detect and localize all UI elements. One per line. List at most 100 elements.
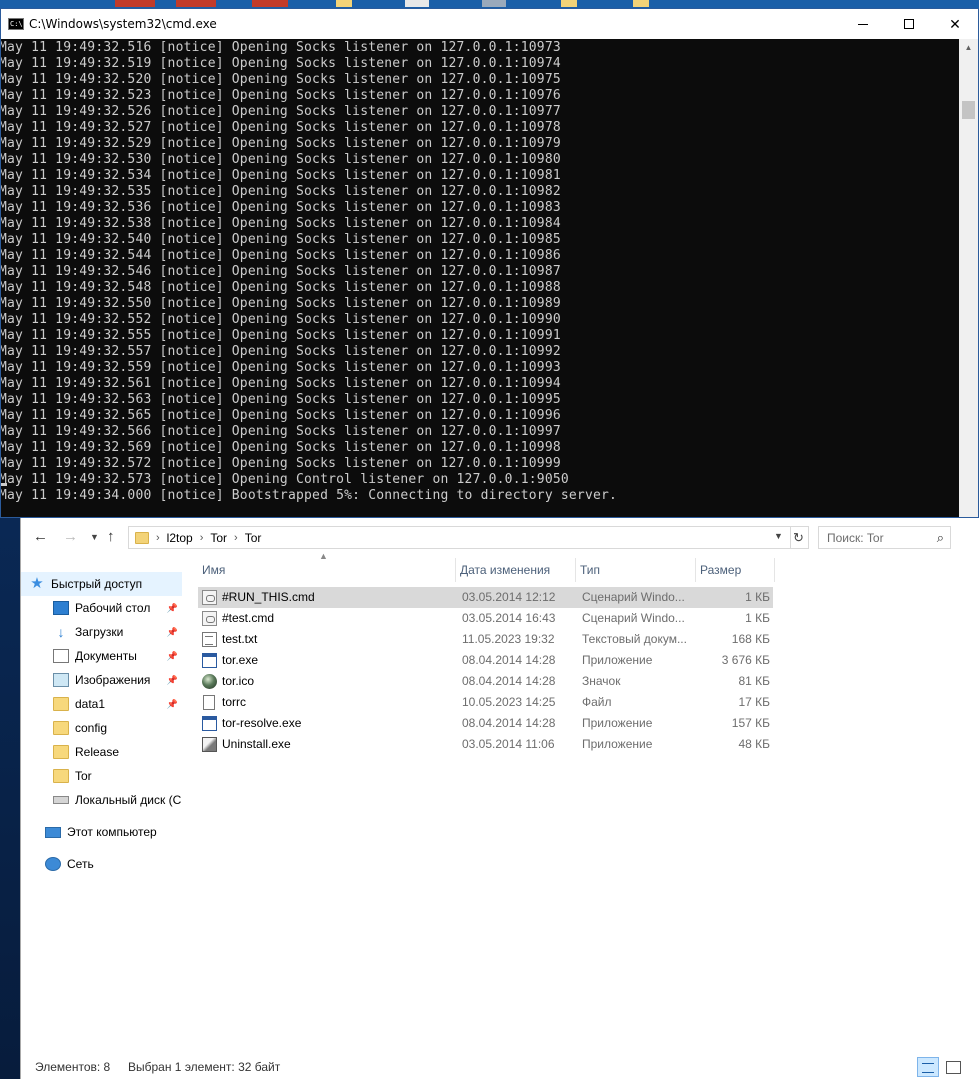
sidebar-item[interactable]: Tor <box>21 764 182 788</box>
console-line: May 11 19:49:32.569 [notice] Opening Soc… <box>1 440 561 455</box>
address-dropdown-icon[interactable]: ▼ <box>774 531 783 541</box>
nav-label: Быстрый доступ <box>51 577 143 591</box>
column-header-size[interactable]: Размер <box>696 558 775 582</box>
cmd-window[interactable]: C:\ C:\Windows\system32\cmd.exe ✕ May 11… <box>0 8 979 518</box>
breadcrumb-item[interactable]: l2top <box>167 531 193 545</box>
file-date: 11.05.2023 19:32 <box>462 632 555 646</box>
nav-this-pc[interactable]: Этот компьютер <box>21 820 182 844</box>
file-date: 03.05.2014 11:06 <box>462 737 555 751</box>
forward-arrow-icon[interactable]: → <box>63 528 78 545</box>
desktop-icon[interactable] <box>405 0 429 7</box>
desktop-icon[interactable] <box>561 0 577 7</box>
file-row[interactable]: torrc 10.05.2023 14:25 Файл 17 КБ <box>198 692 773 713</box>
console-output[interactable]: May 11 19:49:32.516 [notice] Opening Soc… <box>1 39 959 517</box>
desktop-icon <box>53 601 69 615</box>
file-type: Значок <box>582 674 621 688</box>
file-name: #RUN_THIS.cmd <box>222 590 315 604</box>
pin-icon[interactable]: 📌 <box>167 699 178 710</box>
sidebar-item[interactable]: data1 📌 <box>21 692 182 716</box>
breadcrumb-item[interactable]: Tor <box>210 531 227 545</box>
recent-locations-chevron-icon[interactable]: ▼ <box>90 532 99 542</box>
refresh-button[interactable]: ↻ <box>789 526 809 549</box>
file-row[interactable]: Uninstall.exe 03.05.2014 11:06 Приложение 4… <box>198 734 773 755</box>
status-bar: Элементов: 8 Выбран 1 элемент: 32 байт <box>21 1056 979 1079</box>
maximize-button[interactable] <box>886 9 932 39</box>
file-row[interactable]: tor.ico 08.04.2014 14:28 Значок 81 КБ <box>198 671 773 692</box>
console-line: May 11 19:49:32.557 [notice] Opening Soc… <box>1 344 561 359</box>
sidebar-item[interactable]: config <box>21 716 182 740</box>
close-button[interactable]: ✕ <box>932 9 978 39</box>
console-line: May 11 19:49:32.573 [notice] Opening Con… <box>1 472 569 487</box>
desktop-icon[interactable] <box>482 0 506 7</box>
disk-icon <box>53 796 69 804</box>
desktop-icon[interactable] <box>252 0 288 7</box>
scroll-thumb[interactable] <box>962 101 975 119</box>
breadcrumb-item[interactable]: Tor <box>245 531 262 545</box>
pin-icon[interactable]: 📌 <box>167 651 178 662</box>
blank-file-icon <box>203 695 215 710</box>
file-type: Приложение <box>582 716 653 730</box>
desktop-icon[interactable] <box>115 0 155 7</box>
explorer-window[interactable]: ← → ▼ ↑ › l2top › Tor › Tor ▼ ↻ Поиск: T… <box>20 518 979 1079</box>
desktop-icon[interactable] <box>633 0 649 7</box>
pin-icon[interactable]: 📌 <box>167 675 178 686</box>
cmd-file-icon <box>202 611 217 626</box>
breadcrumb-separator-icon[interactable]: › <box>156 532 160 544</box>
desktop-icon[interactable] <box>176 0 216 7</box>
sidebar-item[interactable]: Изображения 📌 <box>21 668 182 692</box>
cmd-titlebar[interactable]: C:\ C:\Windows\system32\cmd.exe ✕ <box>1 9 978 39</box>
address-row: ← → ▼ ↑ › l2top › Tor › Tor ▼ ↻ Поиск: T… <box>21 518 979 558</box>
file-row[interactable]: #RUN_THIS.cmd 03.05.2014 12:12 Сценарий Wi… <box>198 587 773 608</box>
pin-icon[interactable]: 📌 <box>167 627 178 638</box>
file-row[interactable]: tor-resolve.exe 08.04.2014 14:28 Приложени… <box>198 713 773 734</box>
file-row[interactable]: test.txt 11.05.2023 19:32 Текстовый докум.… <box>198 629 773 650</box>
computer-icon <box>45 826 61 838</box>
breadcrumb-separator-icon[interactable]: › <box>234 532 238 544</box>
pin-icon[interactable]: 📌 <box>167 603 178 614</box>
folder-icon <box>53 769 69 783</box>
minimize-button[interactable] <box>840 9 886 39</box>
pictures-icon <box>53 673 69 687</box>
file-size: 48 КБ <box>738 737 770 751</box>
large-icons-view-icon[interactable] <box>943 1057 963 1077</box>
address-bar[interactable]: › l2top › Tor › Tor <box>128 526 791 549</box>
console-line: May 11 19:49:32.519 [notice] Opening Soc… <box>1 56 561 71</box>
sidebar-item[interactable]: ↓ Загрузки 📌 <box>21 620 182 644</box>
status-selection: Выбран 1 элемент: 32 байт <box>128 1060 281 1074</box>
refresh-icon: ↻ <box>793 530 804 545</box>
column-header-date[interactable]: Дата изменения <box>456 558 576 582</box>
details-view-icon[interactable] <box>917 1057 939 1077</box>
file-date: 10.05.2023 14:25 <box>462 695 556 709</box>
file-row[interactable]: tor.exe 08.04.2014 14:28 Приложение 3 676 К… <box>198 650 773 671</box>
search-icon[interactable]: ⌕ <box>937 530 944 546</box>
sidebar-item[interactable]: Документы 📌 <box>21 644 182 668</box>
sidebar-item[interactable]: Рабочий стол 📌 <box>21 596 182 620</box>
console-line: May 11 19:49:32.544 [notice] Opening Soc… <box>1 248 561 263</box>
sidebar-item-label: Документы <box>75 649 137 663</box>
file-name: tor.exe <box>222 653 259 667</box>
file-size: 168 КБ <box>731 632 770 646</box>
file-row[interactable]: #test.cmd 03.05.2014 16:43 Сценарий Windo.… <box>198 608 773 629</box>
search-input[interactable]: Поиск: Tor ⌕ <box>818 526 951 549</box>
file-size: 157 КБ <box>731 716 770 730</box>
minimize-icon <box>858 23 868 25</box>
up-arrow-icon[interactable]: ↑ <box>107 528 115 545</box>
text-file-icon <box>202 632 217 647</box>
console-scrollbar[interactable]: ▲ <box>959 39 978 517</box>
console-line: May 11 19:49:32.538 [notice] Opening Soc… <box>1 216 561 231</box>
column-header-type[interactable]: Тип <box>576 558 696 582</box>
console-line: May 11 19:49:32.548 [notice] Opening Soc… <box>1 280 561 295</box>
sidebar-item[interactable]: Локальный диск (C <box>21 788 182 812</box>
console-line: May 11 19:49:32.535 [notice] Opening Soc… <box>1 184 561 199</box>
breadcrumb-separator-icon[interactable]: › <box>200 532 204 544</box>
console-line: May 11 19:49:32.546 [notice] Opening Soc… <box>1 264 561 279</box>
column-header-name[interactable]: Имя ▲ <box>198 551 456 582</box>
ico-file-icon <box>202 674 217 689</box>
sidebar-item[interactable]: Release <box>21 740 182 764</box>
nav-quick-access[interactable]: ★ Быстрый доступ <box>21 572 182 596</box>
scroll-up-icon[interactable]: ▲ <box>959 39 978 56</box>
desktop-icon[interactable] <box>336 0 352 7</box>
nav-network[interactable]: Сеть <box>21 852 182 876</box>
back-arrow-icon[interactable]: ← <box>33 528 48 545</box>
folder-icon <box>53 721 69 735</box>
